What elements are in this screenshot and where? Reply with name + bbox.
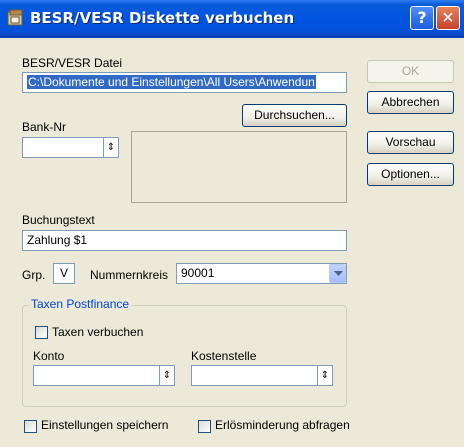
grp-field[interactable]: V bbox=[53, 263, 75, 284]
taxen-verbuchen-checkbox[interactable] bbox=[35, 326, 48, 339]
einstellungen-label: Einstellungen speichern bbox=[41, 418, 169, 432]
vorschau-button[interactable]: Vorschau bbox=[367, 131, 454, 154]
buchungstext-field[interactable]: Zahlung $1 bbox=[22, 230, 347, 251]
erloes-label: Erlösminderung abfragen bbox=[215, 418, 350, 432]
dropdown-arrow-icon[interactable] bbox=[329, 264, 346, 283]
datei-field[interactable]: C:\Dokumente und Einstellungen\All Users… bbox=[22, 72, 347, 93]
datei-value: C:\Dokumente und Einstellungen\All Users… bbox=[27, 75, 316, 89]
taxen-groupbox bbox=[22, 305, 347, 407]
nummernkreis-label: Nummernkreis bbox=[90, 268, 169, 282]
buchungstext-label: Buchungstext bbox=[22, 213, 95, 227]
kostenstelle-field[interactable] bbox=[191, 365, 318, 386]
bank-info-panel bbox=[131, 131, 347, 203]
bank-spin-icon[interactable]: ⇕ bbox=[104, 137, 119, 158]
grp-label: Grp. bbox=[22, 268, 46, 282]
nummernkreis-combo[interactable]: 90001 bbox=[176, 263, 347, 284]
kostenstelle-label: Kostenstelle bbox=[191, 349, 257, 363]
optionen-button[interactable]: Optionen... bbox=[367, 163, 454, 186]
konto-field[interactable] bbox=[33, 365, 160, 386]
bank-label: Bank-Nr bbox=[22, 120, 67, 134]
app-icon bbox=[7, 9, 23, 26]
abbrechen-button[interactable]: Abbrechen bbox=[367, 91, 454, 114]
erloes-checkbox[interactable] bbox=[198, 420, 211, 433]
ok-button[interactable]: OK bbox=[367, 60, 454, 83]
konto-spin-icon[interactable]: ⇕ bbox=[160, 365, 175, 386]
dialog-window: BESR/VESR Diskette verbuchen ? ✕ BESR/VE… bbox=[0, 0, 464, 447]
close-button[interactable]: ✕ bbox=[436, 6, 460, 30]
datei-label: BESR/VESR Datei bbox=[22, 56, 123, 70]
nummernkreis-value: 90001 bbox=[181, 266, 215, 280]
window-title: BESR/VESR Diskette verbuchen bbox=[30, 9, 295, 27]
konto-label: Konto bbox=[33, 349, 65, 363]
title-bar[interactable]: BESR/VESR Diskette verbuchen ? ✕ bbox=[0, 0, 464, 38]
einstellungen-checkbox[interactable] bbox=[24, 420, 37, 433]
taxen-verbuchen-label: Taxen verbuchen bbox=[52, 325, 144, 339]
kostenstelle-spin-icon[interactable]: ⇕ bbox=[318, 365, 333, 386]
durchsuchen-button[interactable]: Durchsuchen... bbox=[242, 104, 347, 127]
help-button[interactable]: ? bbox=[410, 6, 434, 30]
taxen-legend: Taxen Postfinance bbox=[28, 297, 133, 311]
bank-field[interactable] bbox=[22, 137, 104, 158]
